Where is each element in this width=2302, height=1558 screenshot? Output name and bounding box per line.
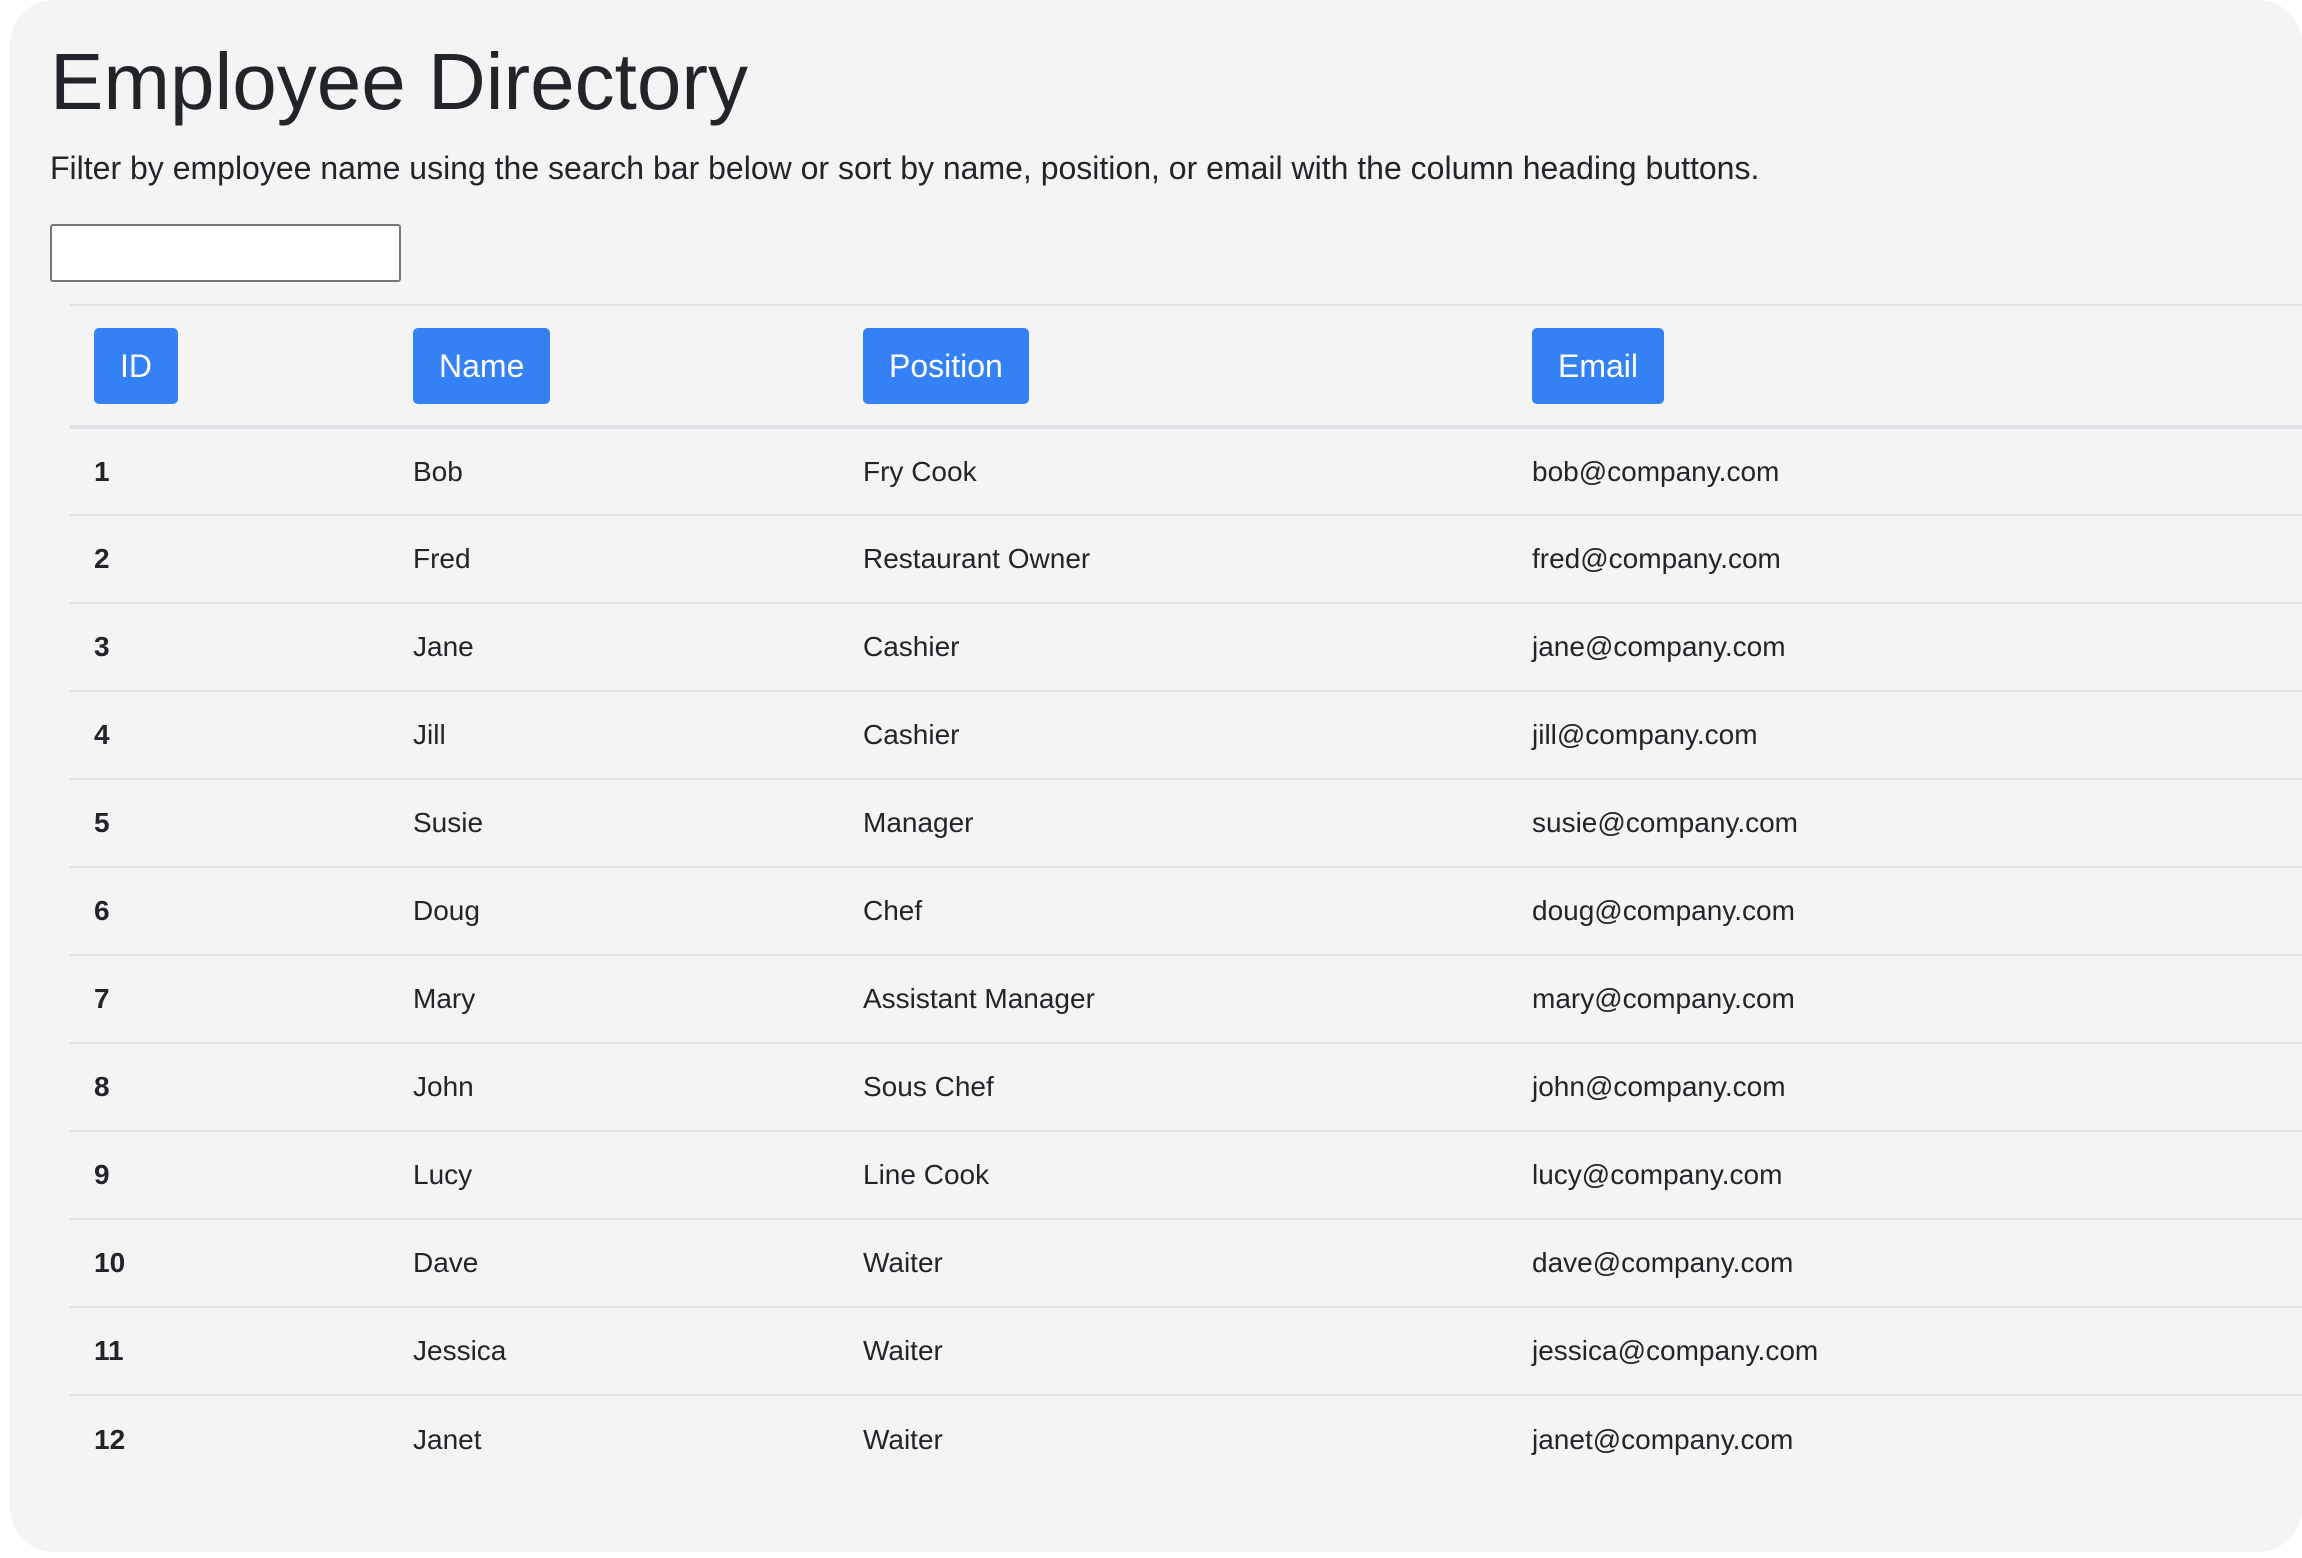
employee-email-cell: susie@company.com <box>1532 807 1798 838</box>
employee-position-cell: Assistant Manager <box>863 983 1095 1014</box>
search-input[interactable] <box>50 224 401 282</box>
table-row: 8 John Sous Chef john@company.com <box>70 1043 2302 1131</box>
app-window: Employee Directory Filter by employee na… <box>10 0 2302 1552</box>
sort-by-email-button[interactable]: Email <box>1532 327 1665 404</box>
employee-id-cell: 9 <box>94 1159 110 1190</box>
employee-email-cell: lucy@company.com <box>1532 1159 1783 1190</box>
table-row: 11 Jessica Waiter jessica@company.com <box>70 1307 2302 1395</box>
employee-id-cell: 5 <box>94 807 110 838</box>
table-row: 4 Jill Cashier jill@company.com <box>70 691 2302 779</box>
employee-position-cell: Line Cook <box>863 1159 990 1190</box>
table-row: 10 Dave Waiter dave@company.com <box>70 1219 2302 1307</box>
header-cell-id: ID <box>70 305 389 427</box>
table-header-row: ID Name Position Email <box>70 305 2302 427</box>
employee-position-cell: Waiter <box>863 1335 943 1366</box>
employee-id-cell: 3 <box>94 631 110 662</box>
sort-by-position-button[interactable]: Position <box>863 327 1029 404</box>
employee-position-cell: Restaurant Owner <box>863 543 1091 574</box>
employee-name-cell: Janet <box>413 1423 482 1455</box>
table-row: 9 Lucy Line Cook lucy@company.com <box>70 1131 2302 1219</box>
employee-id-cell: 6 <box>94 895 110 926</box>
employee-id-cell: 2 <box>94 543 110 574</box>
table-row: 12 Janet Waiter janet@company.com <box>70 1395 2302 1483</box>
employee-position-cell: Waiter <box>863 1247 943 1278</box>
employee-position-cell: Manager <box>863 807 974 838</box>
employee-email-cell: dave@company.com <box>1532 1247 1794 1278</box>
employee-email-cell: jane@company.com <box>1532 631 1786 662</box>
employee-name-cell: Jane <box>413 631 474 662</box>
employee-position-cell: Sous Chef <box>863 1071 994 1102</box>
employee-table: ID Name Position Email 1 Bob Fry Cook bob@c… <box>70 304 2302 1483</box>
employee-position-cell: Cashier <box>863 719 960 750</box>
employee-table-container: ID Name Position Email 1 Bob Fry Cook bob@c… <box>70 304 2302 1483</box>
employee-email-cell: fred@company.com <box>1532 543 1781 574</box>
employee-id-cell: 4 <box>94 719 110 750</box>
header-cell-email: Email <box>1508 305 2302 427</box>
employee-email-cell: mary@company.com <box>1532 983 1795 1014</box>
employee-id-cell: 8 <box>94 1071 110 1102</box>
page-title: Employee Directory <box>50 37 749 126</box>
table-row: 6 Doug Chef doug@company.com <box>70 867 2302 955</box>
sort-by-id-button[interactable]: ID <box>94 327 178 404</box>
employee-name-cell: Jill <box>413 719 446 750</box>
employee-id-cell: 11 <box>94 1335 124 1366</box>
employee-email-cell: bob@company.com <box>1532 455 1780 487</box>
employee-id-cell: 10 <box>94 1247 126 1278</box>
employee-name-cell: Mary <box>413 983 476 1014</box>
sort-by-name-button[interactable]: Name <box>413 327 551 404</box>
page-instructions: Filter by employee name using the search… <box>50 150 1760 186</box>
employee-position-cell: Chef <box>863 895 923 926</box>
employee-name-cell: Susie <box>413 807 484 838</box>
employee-name-cell: Dave <box>413 1247 479 1278</box>
table-row: 3 Jane Cashier jane@company.com <box>70 603 2302 691</box>
employee-name-cell: Doug <box>413 895 480 926</box>
employee-email-cell: jessica@company.com <box>1532 1335 1819 1366</box>
employee-id-cell: 1 <box>94 455 110 487</box>
header-cell-position: Position <box>839 305 1508 427</box>
employee-email-cell: jill@company.com <box>1532 719 1758 750</box>
employee-id-cell: 7 <box>94 983 110 1014</box>
employee-name-cell: Bob <box>413 455 463 487</box>
employee-name-cell: Fred <box>413 543 471 574</box>
employee-position-cell: Fry Cook <box>863 455 977 487</box>
table-row: 5 Susie Manager susie@company.com <box>70 779 2302 867</box>
table-row: 2 Fred Restaurant Owner fred@company.com <box>70 515 2302 603</box>
employee-name-cell: Lucy <box>413 1159 473 1190</box>
employee-email-cell: doug@company.com <box>1532 895 1795 926</box>
table-row: 1 Bob Fry Cook bob@company.com <box>70 427 2302 515</box>
employee-name-cell: John <box>413 1071 474 1102</box>
employee-position-cell: Waiter <box>863 1423 943 1455</box>
table-row: 7 Mary Assistant Manager mary@company.com <box>70 955 2302 1043</box>
table-header: ID Name Position Email <box>70 305 2302 427</box>
employee-name-cell: Jessica <box>413 1335 507 1366</box>
header-cell-name: Name <box>389 305 839 427</box>
table-body: 1 Bob Fry Cook bob@company.com 2 Fred Restaura… <box>70 427 2302 1483</box>
employee-email-cell: janet@company.com <box>1532 1423 1794 1455</box>
employee-position-cell: Cashier <box>863 631 960 662</box>
employee-email-cell: john@company.com <box>1532 1071 1786 1102</box>
employee-id-cell: 12 <box>94 1423 126 1455</box>
